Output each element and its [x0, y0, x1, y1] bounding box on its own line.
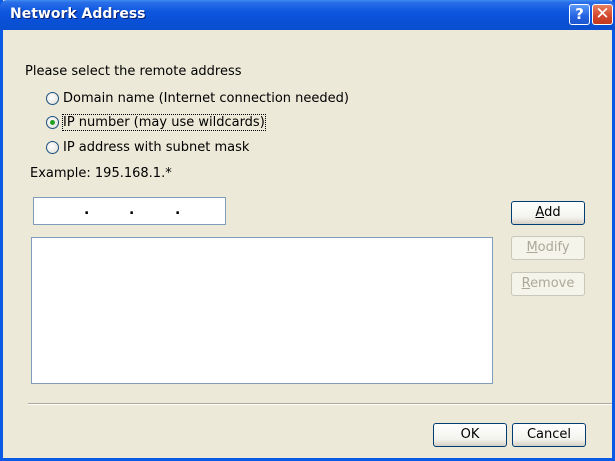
- remove-button[interactable]: Remove: [511, 272, 585, 296]
- radio-ip-subnet[interactable]: IP address with subnet mask: [46, 138, 249, 156]
- modify-button-label: odify: [537, 240, 570, 255]
- radio-domain-name-button[interactable]: [46, 91, 59, 105]
- remove-button-accel: R: [521, 276, 531, 291]
- ip-octet-separator: .: [129, 202, 135, 218]
- modify-button-accel: M: [526, 240, 538, 255]
- ip-address-input[interactable]: . . .: [33, 197, 226, 225]
- add-button[interactable]: Add: [511, 201, 585, 225]
- radio-ip-number[interactable]: IP number (may use wildcards): [46, 113, 266, 131]
- radio-domain-name-label[interactable]: Domain name (Internet connection needed): [63, 91, 349, 106]
- example-text: Example: 195.168.1.*: [30, 166, 172, 181]
- radio-ip-subnet-label[interactable]: IP address with subnet mask: [63, 140, 249, 155]
- ok-button[interactable]: OK: [433, 423, 507, 447]
- title-bar[interactable]: Network Address ? ✕: [0, 0, 615, 30]
- ip-octet-separator: .: [84, 202, 90, 218]
- ip-octet-separator: .: [175, 202, 181, 218]
- address-listbox[interactable]: [31, 237, 493, 384]
- network-address-dialog: Network Address ? ✕ Please select the re…: [0, 0, 615, 461]
- radio-ip-number-label[interactable]: IP number (may use wildcards): [62, 113, 266, 131]
- remove-button-label: emove: [530, 276, 575, 291]
- radio-domain-name[interactable]: Domain name (Internet connection needed): [46, 89, 349, 107]
- window-title: Network Address: [10, 6, 146, 22]
- footer-separator: [28, 403, 612, 405]
- close-icon[interactable]: ✕: [592, 4, 613, 25]
- cancel-button[interactable]: Cancel: [512, 423, 586, 447]
- radio-ip-subnet-button[interactable]: [46, 140, 59, 154]
- help-icon[interactable]: ?: [569, 4, 590, 25]
- modify-button[interactable]: Modify: [511, 236, 585, 260]
- add-button-label: dd: [544, 205, 561, 220]
- radio-ip-number-button[interactable]: [46, 115, 59, 129]
- add-button-accel: A: [535, 205, 545, 220]
- address-prompt: Please select the remote address: [25, 64, 242, 79]
